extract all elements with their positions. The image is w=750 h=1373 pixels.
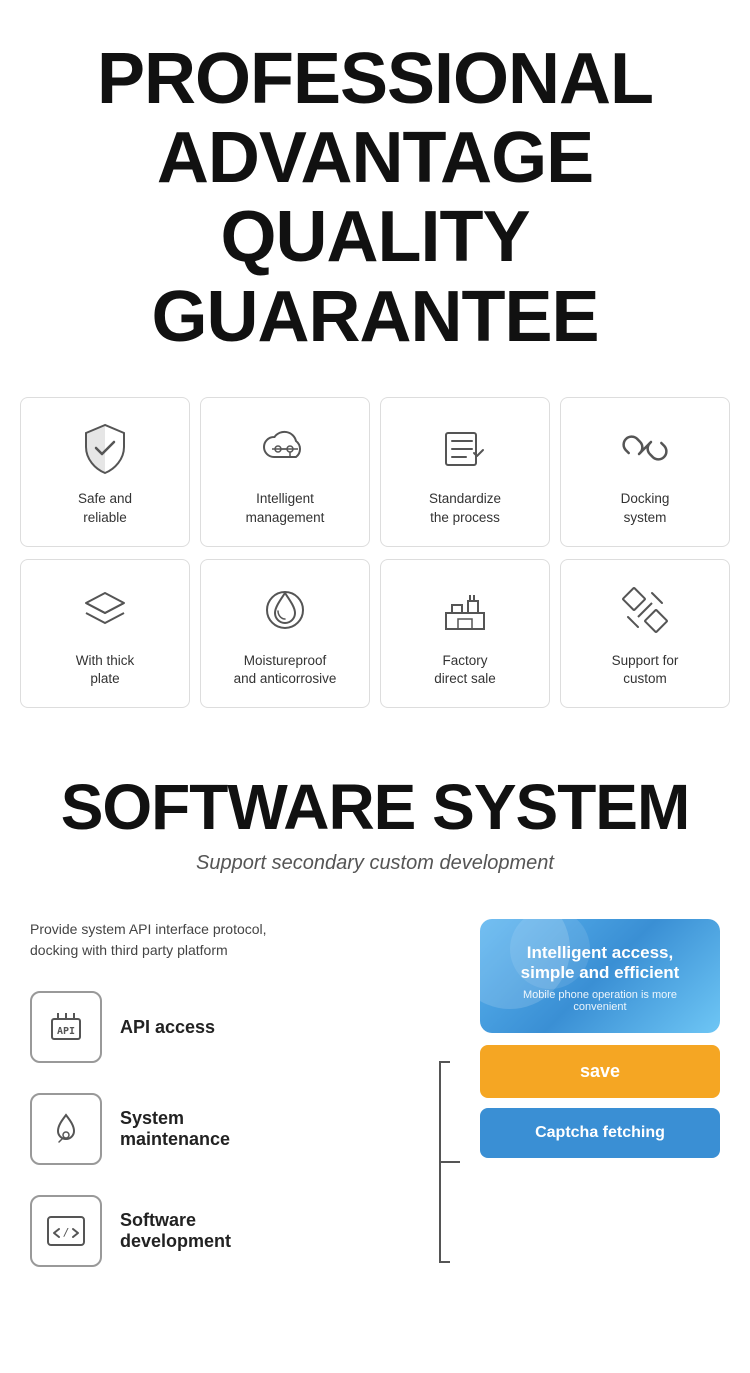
software-right-panel: Intelligent access,simple and efficient … [480, 919, 720, 1158]
captcha-button[interactable]: Captcha fetching [480, 1108, 720, 1158]
software-item-development-label: Softwaredevelopment [120, 1210, 422, 1252]
software-items-list: API API access [30, 991, 422, 1297]
phone-card-subtitle: Mobile phone operation is more convenien… [500, 989, 700, 1013]
link-icon [615, 418, 675, 478]
feature-support-custom-label: Support forcustom [612, 652, 679, 690]
layers-icon [75, 580, 135, 640]
feature-thick-plate: With thickplate [20, 559, 190, 709]
feature-standardize-process-label: Standardizethe process [429, 490, 501, 528]
feature-factory-direct: Factorydirect sale [380, 559, 550, 709]
software-content-area: Provide system API interface protocol, d… [0, 919, 750, 1337]
features-section: Safe andreliable Intelligentmanagement [0, 387, 750, 741]
feature-safe-reliable: Safe andreliable [20, 397, 190, 547]
factory-icon [435, 580, 495, 640]
feature-thick-plate-label: With thickplate [76, 652, 135, 690]
software-content: Provide system API interface protocol, d… [20, 919, 730, 1297]
tools-icon [615, 580, 675, 640]
software-item-maintenance: Systemmaintenance [30, 1093, 422, 1165]
feature-moistureproof: Moistureproofand anticorrosive [200, 559, 370, 709]
software-item-development: / Softwaredevelopment [30, 1195, 422, 1267]
svg-text:/: / [63, 1226, 70, 1239]
leaf-drop-icon [255, 580, 315, 640]
phone-card-title: Intelligent access,simple and efficient [500, 943, 700, 983]
bracket-connector [430, 1027, 460, 1297]
features-row-1: Safe andreliable Intelligentmanagement [20, 397, 730, 547]
software-item-maintenance-label: Systemmaintenance [120, 1108, 422, 1150]
code-icon: / [30, 1195, 102, 1267]
software-section: SOFTWARE SYSTEM Support secondary custom… [0, 740, 750, 919]
software-title: SOFTWARE SYSTEM [20, 770, 730, 844]
save-button[interactable]: save [480, 1045, 720, 1098]
maintenance-icon [30, 1093, 102, 1165]
feature-factory-direct-label: Factorydirect sale [434, 652, 496, 690]
cloud-settings-icon [255, 418, 315, 478]
feature-docking-system: Dockingsystem [560, 397, 730, 547]
svg-text:API: API [57, 1026, 75, 1037]
checklist-icon [435, 418, 495, 478]
software-description: Provide system API interface protocol, d… [30, 919, 460, 961]
software-item-api-label: API access [120, 1017, 422, 1038]
feature-safe-reliable-label: Safe andreliable [78, 490, 132, 528]
features-row-2: With thickplate Moistureproofand anticor… [20, 559, 730, 709]
shield-icon [75, 418, 135, 478]
api-icon: API [30, 991, 102, 1063]
feature-intelligent-management: Intelligentmanagement [200, 397, 370, 547]
feature-standardize-process: Standardizethe process [380, 397, 550, 547]
software-subtitle: Support secondary custom development [20, 852, 730, 875]
main-title: PROFESSIONAL ADVANTAGE QUALITY GUARANTEE [20, 40, 730, 357]
feature-docking-system-label: Dockingsystem [621, 490, 670, 528]
feature-intelligent-management-label: Intelligentmanagement [246, 490, 325, 528]
software-left-panel: Provide system API interface protocol, d… [30, 919, 460, 1297]
software-item-api: API API access [30, 991, 422, 1063]
feature-moistureproof-label: Moistureproofand anticorrosive [234, 652, 337, 690]
feature-support-custom: Support forcustom [560, 559, 730, 709]
header-section: PROFESSIONAL ADVANTAGE QUALITY GUARANTEE [0, 0, 750, 387]
phone-card: Intelligent access,simple and efficient … [480, 919, 720, 1033]
